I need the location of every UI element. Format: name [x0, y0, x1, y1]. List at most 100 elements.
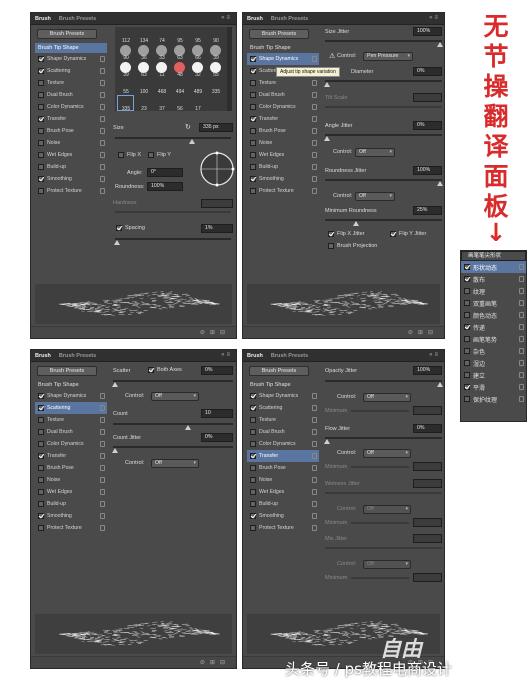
- brush-presets-button[interactable]: Brush Presets: [249, 29, 309, 39]
- sidebar-checkbox[interactable]: [38, 164, 44, 170]
- sidebar-checkbox[interactable]: [250, 80, 256, 86]
- slider-knob[interactable]: [437, 382, 443, 387]
- lock-icon[interactable]: [100, 80, 105, 86]
- sidebar-item-protect-texture[interactable]: Protect Texture: [247, 522, 319, 534]
- sidebar-checkbox[interactable]: [38, 441, 44, 447]
- count-jitter-field[interactable]: 0%: [201, 433, 233, 442]
- sidebar-checkbox[interactable]: [38, 417, 44, 423]
- lock-icon[interactable]: [312, 140, 317, 146]
- sidebar-item-build-up[interactable]: Build-up: [35, 161, 107, 173]
- slider-knob[interactable]: [353, 221, 359, 226]
- sidebar-checkbox[interactable]: [38, 393, 44, 399]
- lock-icon[interactable]: [312, 56, 317, 62]
- sidebar-checkbox[interactable]: [38, 188, 44, 194]
- flipy-jitter-checkbox[interactable]: [390, 231, 396, 237]
- brush-presets-button[interactable]: Brush Presets: [37, 29, 97, 39]
- sidebar-item-smoothing[interactable]: Smoothing: [35, 173, 107, 185]
- mix-jitter-field[interactable]: [413, 534, 442, 543]
- sidebar-item-scattering[interactable]: Scattering: [35, 402, 107, 414]
- lock-icon[interactable]: [100, 429, 105, 435]
- lock-icon[interactable]: [519, 300, 524, 306]
- slider-knob[interactable]: [114, 240, 120, 245]
- sidebar-checkbox[interactable]: [250, 489, 256, 495]
- slider-knob[interactable]: [112, 382, 118, 387]
- sidebar-checkbox[interactable]: [250, 429, 256, 435]
- lock-icon[interactable]: [519, 372, 524, 378]
- cn-checkbox[interactable]: [464, 276, 470, 282]
- cn-checkbox[interactable]: [464, 360, 470, 366]
- angle-jitter-field[interactable]: 0%: [413, 121, 442, 130]
- sidebar-item-noise[interactable]: Noise: [247, 474, 319, 486]
- cn-sidebar-item[interactable]: 散布: [461, 273, 526, 285]
- flow-jitter-slider[interactable]: [324, 437, 442, 444]
- sidebar-checkbox[interactable]: [38, 405, 44, 411]
- lock-icon[interactable]: [519, 324, 524, 330]
- lock-icon[interactable]: [312, 128, 317, 134]
- sidebar-brush-tip-shape[interactable]: Brush Tip Shape: [247, 43, 319, 53]
- scatter-slider[interactable]: [112, 380, 233, 387]
- cn-checkbox[interactable]: [464, 372, 470, 378]
- sidebar-checkbox[interactable]: [250, 176, 256, 182]
- brush-projection-checkbox[interactable]: [328, 243, 334, 249]
- lock-icon[interactable]: [100, 489, 105, 495]
- lock-icon[interactable]: [519, 348, 524, 354]
- lock-icon[interactable]: [100, 128, 105, 134]
- sidebar-checkbox[interactable]: [250, 525, 256, 531]
- angle-field[interactable]: 0°: [147, 168, 183, 177]
- minimum-slider[interactable]: [351, 466, 409, 468]
- sidebar-item-dual-brush[interactable]: Dual Brush: [247, 426, 319, 438]
- lock-icon[interactable]: [312, 429, 317, 435]
- lock-icon[interactable]: [100, 405, 105, 411]
- tab-brush-presets[interactable]: Brush Presets: [271, 16, 308, 22]
- sidebar-item-noise[interactable]: Noise: [247, 137, 319, 149]
- panel-menu-icon[interactable]: »≡: [429, 352, 440, 358]
- sidebar-checkbox[interactable]: [250, 152, 256, 158]
- lock-icon[interactable]: [312, 393, 317, 399]
- minimum-field[interactable]: [413, 462, 442, 471]
- control-dropdown[interactable]: Off: [355, 192, 395, 201]
- tab-brush[interactable]: Brush: [247, 353, 263, 359]
- size-field[interactable]: 335 px: [199, 123, 233, 132]
- slider-knob[interactable]: [324, 439, 330, 444]
- sidebar-checkbox[interactable]: [250, 92, 256, 98]
- lock-icon[interactable]: [312, 405, 317, 411]
- lock-icon[interactable]: [312, 525, 317, 531]
- count-slider[interactable]: [113, 423, 233, 430]
- tilt-scale-slider[interactable]: [325, 106, 442, 108]
- sidebar-checkbox[interactable]: [250, 140, 256, 146]
- sidebar-checkbox[interactable]: [38, 152, 44, 158]
- sidebar-checkbox[interactable]: [38, 68, 44, 74]
- sidebar-checkbox[interactable]: [250, 477, 256, 483]
- roundness-jitter-field[interactable]: 100%: [413, 166, 442, 175]
- sidebar-item-smoothing[interactable]: Smoothing: [247, 510, 319, 522]
- control-dropdown[interactable]: Off: [151, 392, 199, 401]
- sidebar-checkbox[interactable]: [250, 393, 256, 399]
- sidebar-item-brush-pose[interactable]: Brush Pose: [35, 125, 107, 137]
- sidebar-item-transfer[interactable]: Transfer: [35, 450, 107, 462]
- sidebar-item-brush-pose[interactable]: Brush Pose: [247, 462, 319, 474]
- sidebar-item-scattering[interactable]: Scattering: [35, 65, 107, 77]
- sidebar-checkbox[interactable]: [38, 92, 44, 98]
- sidebar-item-wet-edges[interactable]: Wet Edges: [35, 149, 107, 161]
- sidebar-item-build-up[interactable]: Build-up: [35, 498, 107, 510]
- slider-knob[interactable]: [437, 181, 443, 186]
- mix-jitter-slider[interactable]: [325, 547, 442, 549]
- spacing-field[interactable]: 1%: [201, 224, 233, 233]
- sidebar-checkbox[interactable]: [38, 128, 44, 134]
- sidebar-item-protect-texture[interactable]: Protect Texture: [35, 522, 107, 534]
- minimum-slider[interactable]: [351, 522, 409, 524]
- lock-icon[interactable]: [519, 360, 524, 366]
- lock-icon[interactable]: [312, 501, 317, 507]
- lock-icon[interactable]: [100, 525, 105, 531]
- cn-sidebar-item[interactable]: 颜色动态: [461, 309, 526, 321]
- sidebar-checkbox[interactable]: [250, 188, 256, 194]
- hardness-field[interactable]: [201, 199, 233, 208]
- sidebar-checkbox[interactable]: [250, 128, 256, 134]
- cn-sidebar-item[interactable]: 杂色: [461, 345, 526, 357]
- selected-brush-tip[interactable]: [117, 95, 134, 111]
- flipx-checkbox[interactable]: [118, 152, 124, 158]
- brush-presets-button[interactable]: Brush Presets: [37, 366, 97, 376]
- sidebar-checkbox[interactable]: [38, 513, 44, 519]
- minimum-slider[interactable]: [351, 410, 409, 412]
- roundness-jitter-slider[interactable]: [325, 179, 443, 186]
